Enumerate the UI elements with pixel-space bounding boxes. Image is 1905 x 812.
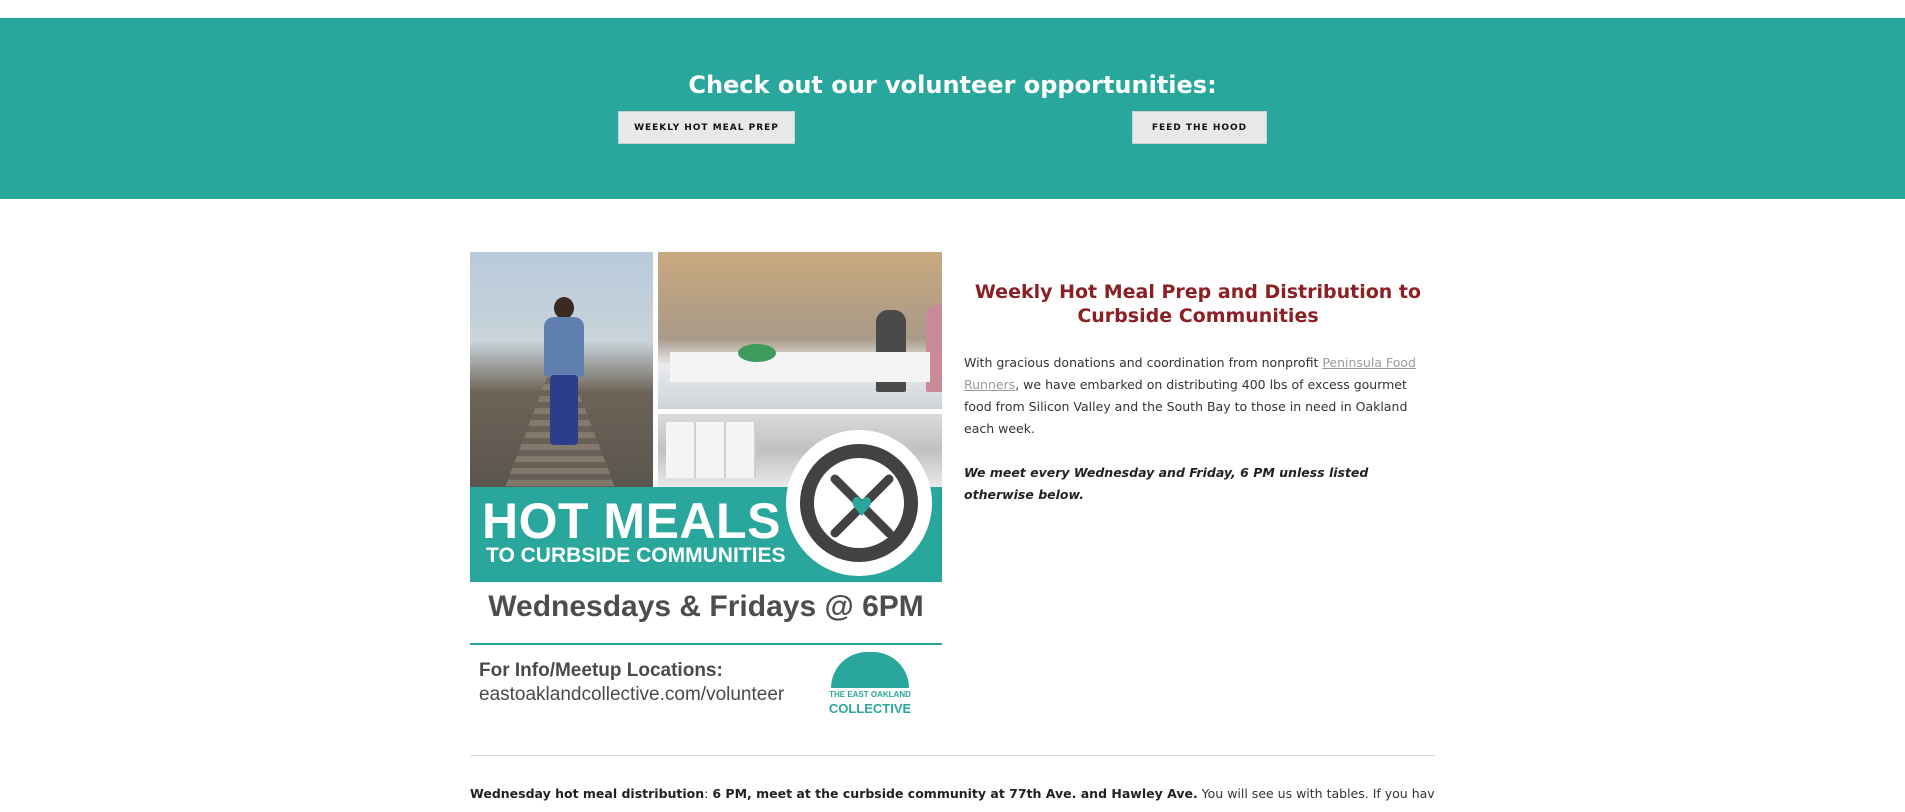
heart-icon: ♥ <box>850 493 874 523</box>
article-intro: With gracious donations and coordination… <box>964 352 1436 440</box>
section-divider <box>470 755 1435 756</box>
logo-text-big: COLLECTIVE <box>828 701 912 716</box>
meeting-note: We meet every Wednesday and Friday, 6 PM… <box>964 465 1369 502</box>
volunteer-heading: Check out our volunteer opportunities: <box>688 71 1217 99</box>
intro-text-before: With gracious donations and coordination… <box>964 355 1323 370</box>
distribution-info: Wednesday hot meal distribution: 6 PM, m… <box>470 783 1435 805</box>
photo-woman-carrying-meals <box>470 252 653 487</box>
hot-meals-poster-image: HOT MEALS TO CURBSIDE COMMUNITIES ♥ Wedn… <box>470 252 942 722</box>
food-table <box>670 352 930 382</box>
stacked-containers <box>666 422 756 478</box>
plate-fork-knife-icon: ♥ <box>786 430 932 576</box>
feed-the-hood-button[interactable]: FEED THE HOOD <box>1132 111 1267 144</box>
salad-bowl <box>738 344 776 362</box>
distribution-label: Wednesday hot meal distribution <box>470 786 705 801</box>
person-figure <box>538 297 590 447</box>
east-oakland-collective-logo: THE EAST OAKLAND COLLECTIVE <box>828 652 912 716</box>
distribution-when-where: 6 PM, meet at the curbside community at … <box>712 786 1198 801</box>
intro-text-after: , we have embarked on distributing 400 l… <box>964 377 1408 436</box>
logo-text-small: THE EAST OAKLAND <box>829 690 911 699</box>
poster-subheadline: TO CURBSIDE COMMUNITIES <box>486 544 786 567</box>
distribution-details: You will see us with tables. If you have… <box>1201 786 1435 801</box>
poster-schedule: Wednesdays & Fridays @ 6PM <box>488 590 924 623</box>
volunteer-banner: Check out our volunteer opportunities: W… <box>0 18 1905 199</box>
poster-divider <box>470 643 942 645</box>
bridge-tree-icon <box>831 652 909 688</box>
article-title: Weekly Hot Meal Prep and Distribution to… <box>974 281 1422 327</box>
poster-info-label: For Info/Meetup Locations: <box>479 660 723 681</box>
poster-info-url: eastoaklandcollective.com/volunteer <box>479 684 785 705</box>
weekly-hot-meal-prep-button[interactable]: WEEKLY HOT MEAL PREP <box>618 111 795 144</box>
poster-headline: HOT MEALS <box>482 493 781 549</box>
photo-volunteer-group <box>658 252 942 409</box>
